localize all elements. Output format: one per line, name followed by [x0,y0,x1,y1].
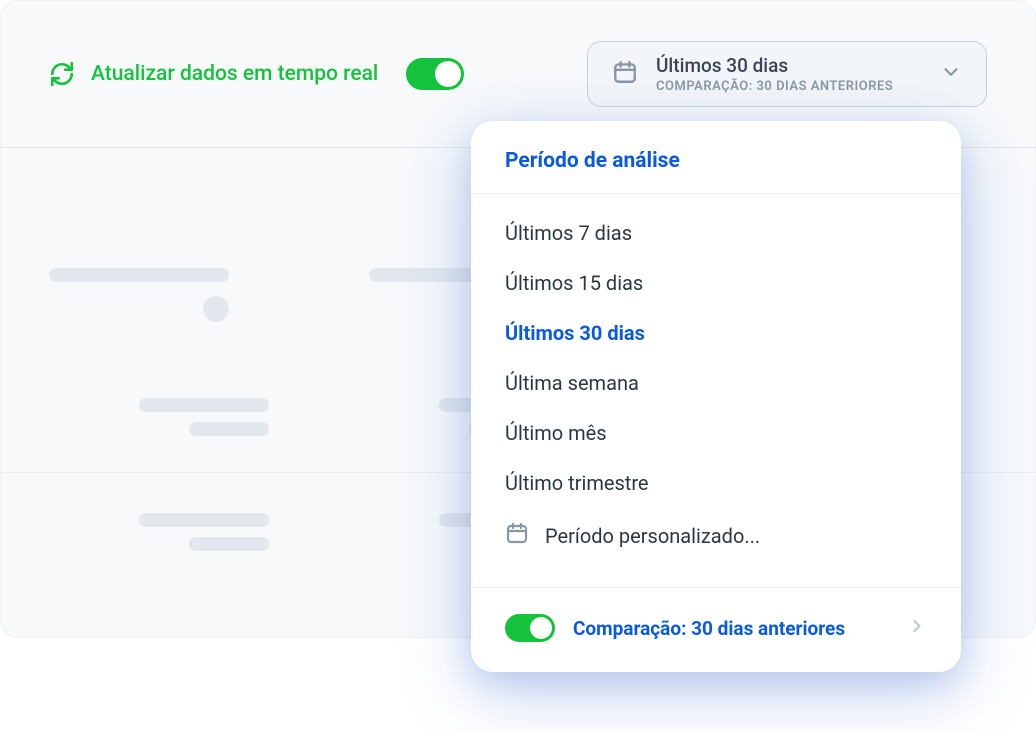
dropdown-list: Últimos 7 dias Últimos 15 dias Últimos 3… [471,194,961,587]
calendar-icon [505,521,529,550]
period-comparison: COMPARAÇÃO: 30 DIAS ANTERIORES [656,79,922,94]
period-option[interactable]: Últimos 15 dias [505,258,927,308]
chevron-down-icon [940,61,962,87]
refresh-label: Atualizar dados em tempo real [91,62,378,86]
period-selector[interactable]: Últimos 30 dias COMPARAÇÃO: 30 DIAS ANTE… [587,41,987,107]
dropdown-title: Período de análise [471,121,961,194]
period-option-custom[interactable]: Período personalizado... [505,508,927,563]
period-option[interactable]: Último mês [505,408,927,458]
period-texts: Últimos 30 dias COMPARAÇÃO: 30 DIAS ANTE… [656,54,922,94]
refresh-icon [49,61,75,87]
dashboard-card: Atualizar dados em tempo real Últimos 30… [0,0,1036,638]
period-dropdown: Período de análise Últimos 7 dias Último… [471,121,961,672]
refresh-toggle[interactable] [406,58,464,90]
period-option[interactable]: Última semana [505,358,927,408]
period-main: Últimos 30 dias [656,54,922,77]
period-option[interactable]: Últimos 7 dias [505,208,927,258]
custom-period-label: Período personalizado... [545,524,760,548]
calendar-icon [612,59,638,89]
period-option-selected[interactable]: Últimos 30 dias [505,308,927,358]
comparison-label: Comparação: 30 dias anteriores [573,617,889,640]
refresh-group: Atualizar dados em tempo real [49,58,464,90]
period-option[interactable]: Último trimestre [505,458,927,508]
chevron-right-icon [907,616,927,640]
dropdown-footer: Comparação: 30 dias anteriores [471,587,961,672]
comparison-toggle[interactable] [505,614,555,642]
